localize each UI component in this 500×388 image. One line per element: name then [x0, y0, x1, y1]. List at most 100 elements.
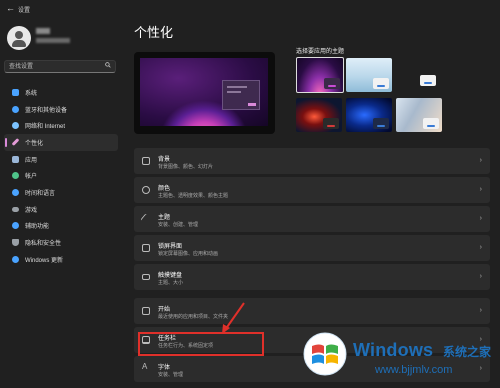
preview-button: [248, 103, 256, 106]
preview-window: [222, 80, 260, 110]
network-icon: [12, 122, 19, 130]
card-title: 锁屏界面: [158, 244, 183, 250]
card-subtitle: 安装、创建、管理: [158, 222, 199, 228]
sidebar-item-time-language[interactable]: 时间和语言: [4, 184, 118, 201]
theme-mini-window: [373, 78, 389, 89]
sidebar-item-personalization[interactable]: 个性化: [4, 134, 118, 151]
theme-mini-window: [373, 118, 389, 129]
system-icon: [12, 88, 19, 96]
sidebar-item-label: Windows 更新: [25, 257, 64, 264]
card-colors[interactable]: 颜色 主题色、透明度效果、颜色主题 ›: [134, 177, 490, 203]
sidebar-item-privacy[interactable]: 隐私和安全性: [4, 234, 118, 251]
keyboard-icon: [142, 274, 150, 280]
sidebar-item-windows-update[interactable]: Windows 更新: [4, 251, 118, 268]
sidebar-item-gaming[interactable]: 游戏: [4, 201, 118, 218]
sidebar-item-system[interactable]: 系统: [4, 84, 118, 101]
palette-icon: [142, 186, 150, 194]
bluetooth-icon: [12, 105, 19, 113]
theme-thumb-captured-motion[interactable]: [296, 98, 342, 132]
avatar-shoulders: [12, 40, 26, 47]
user-name-blurred: [36, 28, 50, 34]
theme-mini-window: [420, 75, 436, 86]
card-subtitle: 最近使用的应用和项目、文件夹: [158, 314, 229, 320]
title-bar: ← 设置: [0, 0, 500, 18]
user-email-blurred: [36, 38, 70, 43]
sidebar-item-label: 个性化: [25, 140, 44, 147]
avatar[interactable]: [7, 26, 31, 50]
sidebar-item-label: 系统: [25, 90, 38, 97]
chevron-right-icon: ›: [479, 157, 482, 164]
theme-thumb-glow[interactable]: [346, 58, 392, 92]
watermark-brand: Windows: [353, 340, 434, 360]
avatar-head: [15, 31, 23, 39]
brush-icon: [11, 138, 20, 147]
windows-logo-icon: [303, 332, 347, 376]
start-icon: [142, 307, 150, 315]
card-title: 触摸键盘: [158, 273, 183, 279]
sidebar: 系统 蓝牙和其他设备 网络和 Internet 个性化 应用 帐户 时间和语言: [0, 18, 122, 388]
card-touch-keyboard[interactable]: 触摸键盘 主题、大小 ›: [134, 264, 490, 290]
card-title: 主题: [158, 215, 171, 221]
wallpaper-preview: [140, 58, 268, 126]
chevron-right-icon: ›: [479, 215, 482, 222]
card-themes[interactable]: 主题 安装、创建、管理 ›: [134, 206, 490, 232]
preview-line: [227, 86, 247, 88]
apps-icon: [12, 155, 19, 163]
sidebar-item-label: 隐私和安全性: [25, 241, 62, 248]
card-subtitle: 安装、管理: [158, 372, 184, 378]
theme-preview: [134, 52, 275, 134]
watermark-url: www.bjjmlv.com: [375, 364, 453, 376]
search-box[interactable]: [4, 60, 116, 73]
sidebar-item-accessibility[interactable]: 辅助功能: [4, 218, 118, 235]
preview-line: [227, 91, 241, 93]
sidebar-item-label: 游戏: [25, 207, 38, 214]
card-subtitle: 主题、大小: [158, 280, 184, 286]
accessibility-icon: [12, 222, 19, 230]
sidebar-item-label: 蓝牙和其他设备: [25, 107, 68, 114]
themes-label: 选择要应用的主题: [296, 49, 345, 55]
card-subtitle: 背景图像、颜色、幻灯片: [158, 164, 214, 170]
sidebar-item-bluetooth[interactable]: 蓝牙和其他设备: [4, 101, 118, 118]
theme-thumb-windows-light[interactable]: [396, 58, 442, 92]
card-background[interactable]: 背景 背景图像、颜色、幻灯片 ›: [134, 148, 490, 174]
theme-thumb-windows-dark[interactable]: [296, 57, 344, 93]
card-title: 字体: [158, 365, 171, 371]
search-icon[interactable]: [105, 62, 111, 68]
sidebar-item-label: 时间和语言: [25, 190, 56, 197]
card-subtitle: 锁定屏幕图像、应用和动画: [158, 251, 219, 257]
theme-mini-window: [423, 118, 439, 129]
card-title: 背景: [158, 157, 171, 163]
sidebar-item-label: 应用: [25, 157, 38, 164]
update-icon: [12, 255, 19, 263]
card-subtitle: 主题色、透明度效果、颜色主题: [158, 193, 229, 199]
sidebar-item-apps[interactable]: 应用: [4, 151, 118, 168]
back-arrow-icon[interactable]: ←: [6, 3, 15, 13]
font-icon: A: [142, 362, 148, 371]
account-icon: [12, 172, 19, 180]
search-input[interactable]: [5, 61, 103, 72]
window-title: 设置: [18, 8, 31, 14]
chevron-right-icon: ›: [479, 186, 482, 193]
sidebar-item-label: 帐户: [25, 174, 38, 181]
theme-mini-window: [324, 78, 340, 89]
game-icon: [12, 206, 19, 212]
shield-icon: [12, 239, 19, 247]
image-icon: [142, 157, 150, 165]
annotation-highlight-box: [138, 332, 264, 356]
chevron-right-icon: ›: [479, 244, 482, 251]
sidebar-item-accounts[interactable]: 帐户: [4, 167, 118, 184]
chevron-right-icon: ›: [479, 273, 482, 280]
chevron-right-icon: ›: [479, 307, 482, 314]
sidebar-item-label: 辅助功能: [25, 224, 50, 231]
theme-thumb-flow[interactable]: [346, 98, 392, 132]
theme-mini-window: [323, 118, 339, 129]
card-lock-screen[interactable]: 锁屏界面 锁定屏幕图像、应用和动画 ›: [134, 235, 490, 261]
card-title: 颜色: [158, 186, 171, 192]
theme-thumb-sunrise[interactable]: [396, 98, 442, 132]
theme-brush-icon: [140, 213, 152, 225]
watermark-brand-cn: 系统之家: [443, 345, 492, 359]
sidebar-item-network[interactable]: 网络和 Internet: [4, 117, 118, 134]
sidebar-item-label: 网络和 Internet: [25, 124, 66, 131]
page-title: 个性化: [134, 25, 174, 40]
watermark: Windows 系统之家 www.bjjmlv.com: [295, 320, 500, 388]
